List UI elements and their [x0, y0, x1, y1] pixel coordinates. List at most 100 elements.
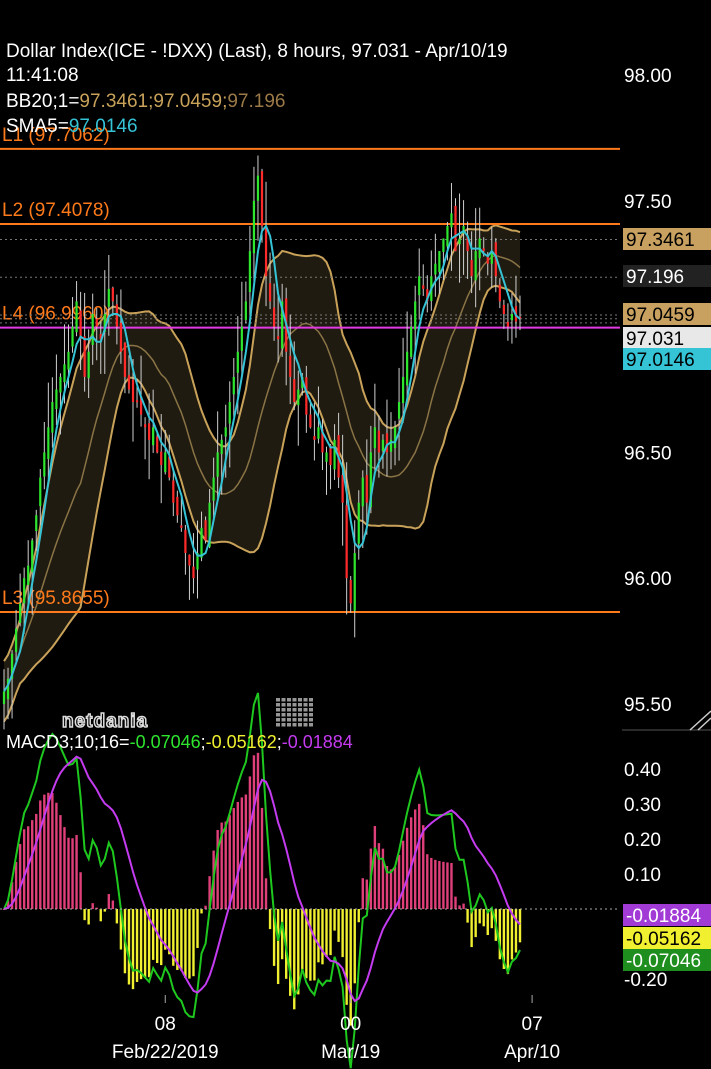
candle-body: [212, 477, 215, 501]
netdania-grid: [276, 698, 280, 702]
candle-body: [47, 427, 50, 460]
netdania-grid: [303, 708, 308, 712]
candle-body: [248, 251, 252, 292]
histogram-bar: [180, 909, 183, 971]
x-tick-label: 00: [340, 1014, 361, 1035]
candle-body: [2, 691, 6, 704]
candle-body: [228, 402, 231, 424]
candle-body: [91, 314, 94, 345]
histogram-bar: [55, 802, 58, 909]
histogram-bar: [341, 909, 344, 958]
price-tick: 96.50: [624, 443, 672, 464]
macd-value-2: -0.05162: [205, 732, 277, 752]
histogram-bar: [63, 827, 66, 909]
histogram-bar: [14, 861, 18, 909]
histogram-bar: [75, 835, 78, 909]
histogram-bar: [434, 859, 437, 909]
candle-body: [498, 284, 501, 302]
candle-body: [123, 342, 127, 377]
histogram-bar: [143, 909, 147, 978]
candle-body: [83, 336, 86, 377]
candle-body: [143, 424, 147, 428]
histogram-bar: [184, 909, 187, 979]
candle-body: [23, 578, 26, 604]
histogram-bar: [260, 807, 264, 909]
netdania-grid: [276, 703, 280, 707]
histogram-bar: [79, 872, 82, 909]
price-chart[interactable]: L1 (97.7062)L2 (97.4078)L4 (96.9960)L3 (…: [0, 0, 711, 1069]
netdania-grid: [303, 698, 308, 702]
histogram-bar: [518, 909, 522, 943]
netdania-grid: [309, 708, 313, 712]
price-tick: 95.50: [624, 695, 672, 716]
histogram-bar: [361, 878, 364, 909]
histogram-bar: [51, 793, 54, 909]
histogram-bar: [224, 821, 227, 909]
netdania-grid: [298, 713, 302, 717]
candle-body: [156, 436, 159, 453]
candle-body: [35, 515, 38, 532]
price-tick: 96.00: [624, 569, 672, 590]
histogram-bar: [18, 843, 22, 909]
candle-body: [111, 287, 114, 302]
candle-body: [341, 474, 344, 503]
histogram-bar: [111, 900, 115, 909]
chart-time: 11:41:08: [6, 65, 79, 86]
level-label: L2 (97.4078): [2, 200, 110, 221]
histogram-bar: [188, 909, 191, 979]
histogram-bar: [268, 909, 272, 930]
histogram-bar: [91, 903, 94, 909]
histogram-bar: [256, 752, 260, 909]
netdania-grid: [276, 718, 280, 722]
histogram-bar: [474, 909, 477, 938]
netdania-grid: [287, 723, 291, 727]
candle-body: [236, 351, 239, 373]
candle-body: [317, 427, 320, 439]
histogram-bar: [401, 840, 405, 909]
netdania-grid: [287, 708, 291, 712]
histogram-bar: [458, 905, 461, 909]
netdania-grid: [298, 698, 302, 702]
candle-body: [79, 310, 82, 340]
price-tick: 97.50: [624, 192, 672, 213]
netdania-grid: [281, 723, 286, 727]
candle-body: [119, 322, 123, 352]
candle-body: [333, 439, 336, 470]
candle-body: [373, 427, 376, 449]
macd-value-3: -0.01884: [281, 732, 353, 752]
macd-tick: 0.30: [624, 795, 661, 816]
histogram-bar: [345, 909, 348, 1005]
candle-body: [244, 301, 247, 320]
candle-body: [63, 364, 66, 383]
x-tick-label: 07: [522, 1014, 543, 1035]
candle-body: [75, 301, 78, 333]
netdania-grid: [303, 723, 308, 727]
bollinger-fill: [4, 225, 520, 722]
candle-body: [406, 351, 409, 386]
candle-body: [422, 285, 425, 289]
candle-body: [148, 423, 151, 440]
histogram-bar: [22, 829, 26, 909]
histogram-bar: [454, 896, 457, 909]
histogram-bar: [442, 861, 445, 909]
histogram-bar: [405, 827, 409, 909]
histogram-bar: [248, 776, 252, 909]
histogram-bar: [83, 909, 86, 921]
candle-body: [216, 452, 219, 477]
candle-body: [55, 389, 58, 410]
histogram-bar: [151, 909, 155, 960]
candle-body: [188, 554, 191, 566]
macd-value-1: -0.07046: [129, 732, 201, 752]
netdania-grid: [281, 703, 286, 707]
histogram-bar: [462, 903, 465, 909]
histogram-bar: [87, 909, 90, 925]
candle-body: [180, 525, 183, 528]
netdania-grid: [309, 698, 313, 702]
histogram-bar: [301, 909, 304, 971]
candle-body: [442, 238, 445, 252]
candle-body: [434, 263, 437, 275]
histogram-bar: [280, 909, 284, 960]
netdania-grid: [281, 708, 286, 712]
x-tick-label: 08: [155, 1014, 176, 1035]
candle-body: [502, 304, 505, 315]
